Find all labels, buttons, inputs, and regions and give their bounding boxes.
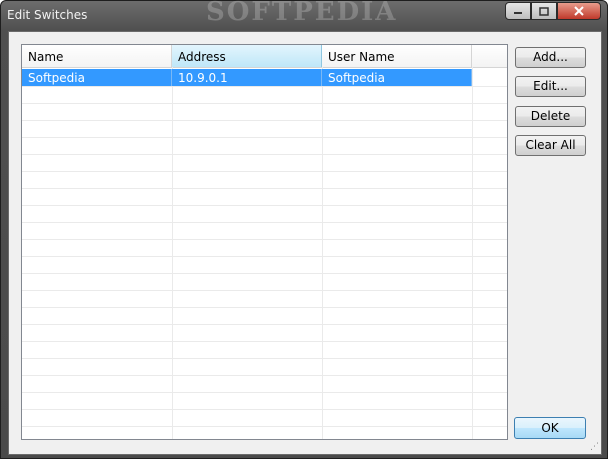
- delete-button[interactable]: Delete: [515, 106, 586, 127]
- empty-row: [22, 426, 507, 439]
- column-header-name[interactable]: Name: [22, 45, 172, 67]
- edit-button[interactable]: Edit...: [515, 76, 586, 97]
- empty-row: [22, 375, 507, 393]
- dialog-client-area: Name Address User Name Softpedia 10.9.0.…: [8, 31, 602, 455]
- empty-row: [22, 307, 507, 325]
- empty-row: [22, 239, 507, 257]
- cell-name: Softpedia: [22, 69, 172, 86]
- window-controls: [505, 2, 601, 20]
- resize-grip-icon[interactable]: ⋰: [590, 442, 599, 452]
- empty-row: [22, 222, 507, 240]
- close-button[interactable]: [557, 2, 601, 20]
- minimize-button[interactable]: [505, 2, 531, 20]
- add-button[interactable]: Add...: [515, 47, 586, 68]
- clear-all-button[interactable]: Clear All: [515, 135, 586, 156]
- watermark-logo: SOFTPEDIA: [206, 0, 398, 27]
- minimize-icon: [514, 12, 522, 14]
- empty-row: [22, 103, 507, 121]
- maximize-button[interactable]: [531, 2, 557, 20]
- empty-row: [22, 86, 507, 104]
- empty-row: [22, 188, 507, 206]
- empty-row: [22, 154, 507, 172]
- empty-row: [22, 290, 507, 308]
- title-bar[interactable]: Edit Switches SOFTPEDIA: [1, 0, 607, 31]
- empty-row: [22, 273, 507, 291]
- cell-user-name: Softpedia: [322, 69, 472, 86]
- maximize-icon: [539, 6, 549, 16]
- window-title: Edit Switches: [7, 8, 88, 22]
- table-row[interactable]: Softpedia 10.9.0.1 Softpedia: [22, 69, 507, 87]
- empty-row: [22, 324, 507, 342]
- column-header-address[interactable]: Address: [172, 45, 322, 67]
- empty-row: [22, 358, 507, 376]
- empty-row: [22, 409, 507, 427]
- cell-address: 10.9.0.1: [172, 69, 322, 86]
- empty-row: [22, 120, 507, 138]
- empty-row: [22, 392, 507, 410]
- close-icon: [574, 6, 584, 16]
- empty-row: [22, 171, 507, 189]
- empty-row: [22, 205, 507, 223]
- switches-list[interactable]: Name Address User Name Softpedia 10.9.0.…: [21, 44, 508, 440]
- ok-button[interactable]: OK: [514, 417, 586, 439]
- empty-row: [22, 256, 507, 274]
- empty-row: [22, 137, 507, 155]
- edit-switches-window: Edit Switches SOFTPEDIA Name Address Use…: [0, 0, 608, 459]
- empty-row: [22, 341, 507, 359]
- column-header-user-name[interactable]: User Name: [322, 45, 472, 67]
- list-header: Name Address User Name: [22, 45, 507, 68]
